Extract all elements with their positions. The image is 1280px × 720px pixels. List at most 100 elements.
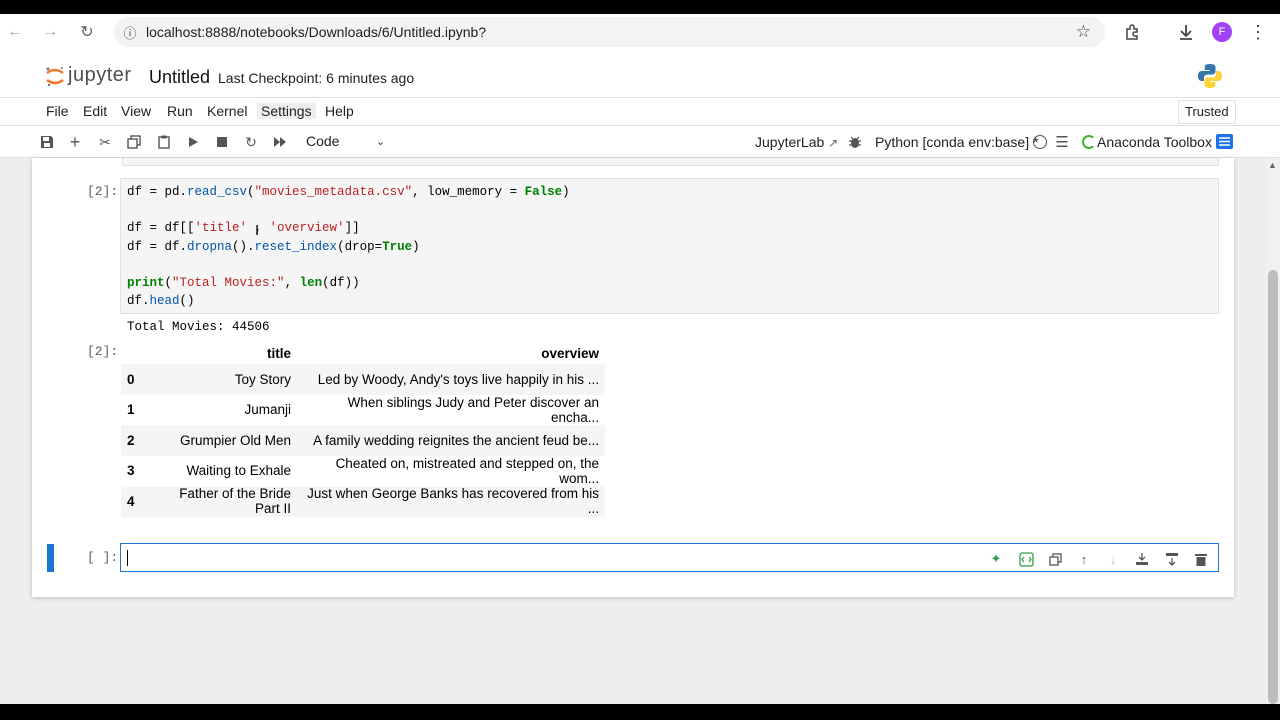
menu-edit[interactable]: Edit	[83, 103, 107, 119]
code-cell-input[interactable]: df = pd.read_csv("movies_metadata.csv", …	[120, 178, 1219, 314]
cut-icon[interactable]: ✂	[95, 132, 115, 152]
os-top-strip	[0, 0, 1280, 14]
code-editor[interactable]: df = pd.read_csv("movies_metadata.csv", …	[121, 179, 1218, 314]
checkpoint-status: Last Checkpoint: 6 minutes ago	[218, 70, 415, 86]
jupyterlab-link[interactable]: JupyterLab ↗	[755, 134, 838, 150]
menu-settings[interactable]: Settings	[257, 103, 316, 119]
insert-cell-icon[interactable]: +	[65, 132, 85, 152]
notebook-paper: [2]: df = pd.read_csv("movies_metadata.c…	[32, 158, 1234, 597]
debugger-icon[interactable]	[845, 132, 865, 152]
format-code-icon[interactable]	[1017, 550, 1035, 568]
anaconda-toolbox-button[interactable]: Anaconda Toolbox	[1097, 134, 1212, 150]
duplicate-cell-icon[interactable]	[1046, 550, 1064, 568]
paste-icon[interactable]	[154, 132, 174, 152]
browser-toolbar: ← → ↻ ⓘ localhost:8888/notebooks/Downloa…	[0, 14, 1280, 50]
cell-overview: When siblings Judy and Peter discover an…	[347, 394, 599, 425]
profile-avatar[interactable]: F	[1208, 18, 1236, 46]
bookmark-star-icon[interactable]: ☆	[1076, 22, 1091, 42]
table-header-row: title overview	[121, 342, 605, 364]
menu-run[interactable]: Run	[167, 103, 193, 119]
dataframe-table: title overview 0 Toy Story Led by Woody,…	[121, 342, 605, 517]
cell-title: Jumanji	[244, 402, 291, 418]
delete-cell-icon[interactable]	[1192, 550, 1210, 568]
table-row: 4 Father of the Bride Part II Just when …	[121, 486, 605, 517]
browser-menu-icon[interactable]: ⋮	[1244, 18, 1272, 46]
scroll-up-arrow-icon[interactable]: ▲	[1268, 160, 1277, 170]
menu-view[interactable]: View	[121, 103, 151, 119]
forward-icon[interactable]: →	[35, 17, 65, 47]
table-row: 2 Grumpier Old Men A family wedding reig…	[121, 425, 605, 456]
downloads-icon[interactable]	[1172, 18, 1200, 46]
anaconda-panel-icon[interactable]	[1216, 134, 1233, 149]
jupyterlab-link-label: JupyterLab	[755, 134, 825, 150]
cell-overview: Just when George Banks has recovered fro…	[297, 486, 605, 517]
cell-title: Father of the Bride Part II	[145, 486, 297, 517]
table-row: 1 Jumanji When siblings Judy and Peter d…	[121, 395, 605, 426]
jupyter-logo[interactable]: jupyter	[44, 64, 132, 87]
address-bar[interactable]: ⓘ localhost:8888/notebooks/Downloads/6/U…	[114, 17, 1105, 47]
code-line: df = df[['title' , 'overview']]	[127, 221, 360, 236]
jupyter-header: jupyter Untitled Last Checkpoint: 6 minu…	[0, 50, 1280, 98]
site-info-icon[interactable]: ⓘ	[114, 23, 146, 42]
row-index: 4	[121, 486, 145, 517]
kernel-name[interactable]: Python [conda env:base] *	[875, 134, 1038, 150]
notebook-title[interactable]: Untitled	[149, 67, 210, 88]
cell-title: Toy Story	[145, 364, 297, 395]
kernel-status-icon	[1033, 135, 1047, 149]
cell-overview: Cheated on, mistreated and stepped on, t…	[335, 455, 599, 486]
cell-output-prompt: [2]:	[87, 344, 119, 359]
column-header-overview: overview	[541, 345, 599, 361]
insert-below-icon[interactable]	[1163, 550, 1181, 568]
restart-run-all-icon[interactable]	[270, 132, 290, 152]
move-down-icon[interactable]: ↓	[1104, 550, 1122, 568]
cell-title: Waiting to Exhale	[186, 463, 291, 479]
menu-help[interactable]: Help	[325, 103, 354, 119]
mouse-ibeam-cursor: I	[255, 222, 260, 239]
code-line: df.head()	[127, 294, 195, 309]
code-line: print("Total Movies:", len(df))	[127, 276, 360, 291]
column-header-index	[121, 342, 145, 364]
row-index: 3	[127, 463, 135, 479]
table-row: 3 Waiting to Exhale Cheated on, mistreat…	[121, 456, 605, 487]
copy-icon[interactable]	[124, 132, 144, 152]
table-row: 0 Toy Story Led by Woody, Andy's toys li…	[121, 364, 605, 395]
back-icon[interactable]: ←	[0, 17, 30, 47]
empty-code-cell[interactable]: ✦ ↑ ↓	[120, 543, 1219, 572]
cell-overview: A family wedding reignites the ancient f…	[297, 425, 605, 456]
notebook-area: [2]: df = pd.read_csv("movies_metadata.c…	[0, 158, 1280, 704]
save-icon[interactable]	[37, 132, 57, 152]
code-line: df = df.dropna().reset_index(drop=True)	[127, 239, 420, 254]
text-caret	[127, 550, 128, 566]
restart-icon[interactable]: ↻	[241, 132, 261, 152]
reload-icon[interactable]: ↻	[72, 17, 102, 47]
cell-input-prompt: [2]:	[87, 184, 119, 199]
avatar: F	[1212, 22, 1232, 42]
insert-above-icon[interactable]	[1133, 550, 1151, 568]
menu-bar: File Edit View Run Kernel Settings Help …	[0, 98, 1280, 126]
column-header-title: title	[266, 345, 291, 361]
interrupt-icon[interactable]	[212, 132, 232, 152]
chevron-down-icon[interactable]: ⌄	[376, 135, 385, 148]
scrollbar-thumb[interactable]	[1268, 270, 1278, 704]
jupyter-logo-icon	[44, 65, 66, 87]
empty-cell-prompt: [ ]:	[87, 550, 119, 565]
menu-kernel[interactable]: Kernel	[207, 103, 247, 119]
anaconda-ring-icon	[1082, 135, 1096, 149]
cell-type-select[interactable]: Code	[306, 133, 339, 149]
url-text: localhost:8888/notebooks/Downloads/6/Unt…	[146, 24, 487, 40]
cell-overview: Led by Woody, Andy's toys live happily i…	[297, 364, 605, 395]
ai-sparkle-icon[interactable]: ✦	[987, 550, 1005, 568]
menu-file[interactable]: File	[46, 103, 69, 119]
move-up-icon[interactable]: ↑	[1075, 550, 1093, 568]
extensions-icon[interactable]	[1119, 18, 1147, 46]
python-logo-icon	[1197, 63, 1223, 89]
os-bottom-strip	[0, 704, 1280, 720]
row-index: 2	[121, 425, 145, 456]
cell-title: Grumpier Old Men	[145, 425, 297, 456]
previous-cell-edge	[122, 158, 1219, 166]
hamburger-menu-icon[interactable]: ☰	[1052, 132, 1072, 152]
trusted-indicator[interactable]: Trusted	[1178, 100, 1236, 124]
row-index: 0	[121, 364, 145, 395]
row-index: 1	[127, 402, 135, 418]
run-icon[interactable]	[183, 132, 203, 152]
